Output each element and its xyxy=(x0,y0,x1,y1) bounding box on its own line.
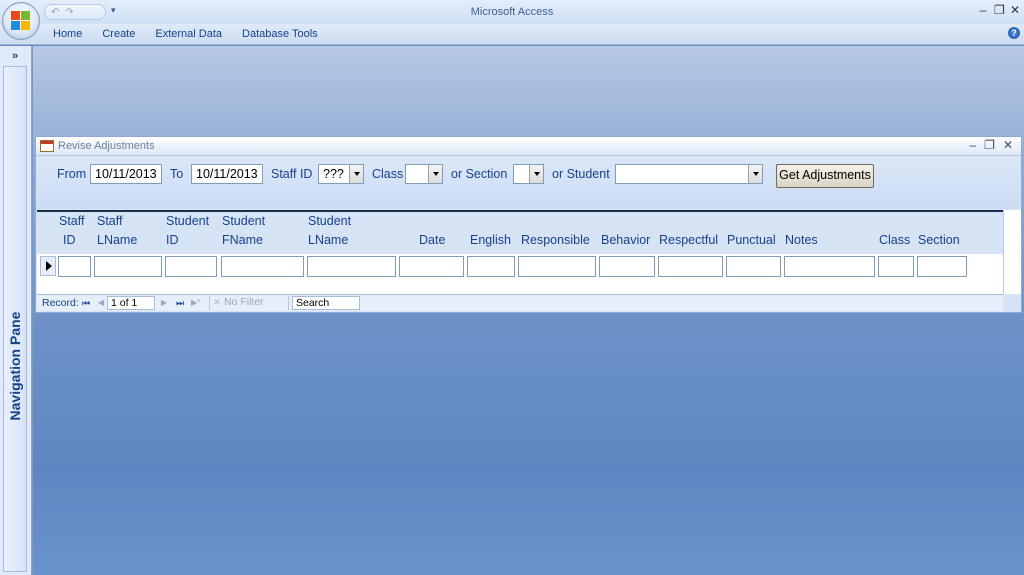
window-title: Microsoft Access xyxy=(470,6,554,18)
office-button[interactable] xyxy=(2,2,40,40)
student-label: or Student xyxy=(552,167,610,181)
expand-pane-icon[interactable]: » xyxy=(4,49,26,63)
help-icon[interactable]: ? xyxy=(1008,27,1020,39)
datasheet-header: Staff ID Staff LName Student ID Student FNam… xyxy=(37,212,1003,254)
col-staff-id: Staff ID xyxy=(59,214,85,247)
tab-home[interactable]: Home xyxy=(43,27,92,42)
tab-external-data[interactable]: External Data xyxy=(145,27,232,42)
cell-respectful[interactable] xyxy=(658,256,723,277)
student-combo[interactable] xyxy=(615,164,763,184)
record-label: Record: xyxy=(42,297,79,309)
get-adjustments-button[interactable]: Get Adjustments xyxy=(776,164,874,188)
col-section: Section xyxy=(918,233,960,247)
navigation-pane-label: Navigation Pane xyxy=(7,311,23,421)
last-record-icon[interactable]: ⏭ xyxy=(176,297,184,309)
title-bar: ↶ ↷ ▾ Microsoft Access – ❐ ✕ xyxy=(0,0,1024,24)
cell-punctual[interactable] xyxy=(726,256,781,277)
cell-notes[interactable] xyxy=(784,256,875,277)
form-right-margin xyxy=(1003,210,1021,294)
form-minimize-icon[interactable]: – xyxy=(969,138,976,152)
form-icon xyxy=(40,140,54,152)
from-date-input[interactable]: 10/11/2013 xyxy=(90,164,162,184)
cell-english[interactable] xyxy=(467,256,515,277)
previous-record-icon[interactable]: ◀ xyxy=(98,297,104,309)
cell-date[interactable] xyxy=(399,256,464,277)
next-record-icon[interactable]: ▶ xyxy=(161,297,167,309)
col-student-lname: Student LName xyxy=(308,214,352,247)
adjustments-datasheet: Staff ID Staff LName Student ID Student FNam… xyxy=(37,210,1003,294)
section-combo[interactable] xyxy=(513,164,544,184)
to-label: To xyxy=(170,167,184,181)
section-label: or Section xyxy=(451,167,508,181)
ribbon-tabs: Home Create External Data Database Tools… xyxy=(0,24,1024,45)
current-record-input[interactable]: 1 of 1 xyxy=(107,296,155,310)
no-filter-button[interactable]: No Filter xyxy=(209,296,289,310)
staff-id-combo[interactable]: ??? xyxy=(318,164,364,184)
col-responsible: Responsible xyxy=(521,233,590,247)
col-student-id: Student ID xyxy=(166,214,210,247)
staff-id-label: Staff ID xyxy=(271,167,313,181)
col-notes: Notes xyxy=(785,233,818,247)
form-close-icon[interactable]: ✕ xyxy=(1003,138,1013,152)
col-behavior: Behavior xyxy=(601,233,651,247)
cell-student-lname[interactable] xyxy=(307,256,396,277)
tab-database-tools[interactable]: Database Tools xyxy=(232,27,328,42)
col-punctual: Punctual xyxy=(727,233,776,247)
chevron-down-icon[interactable] xyxy=(748,165,762,183)
col-respectful: Respectful xyxy=(659,233,719,247)
cell-student-id[interactable] xyxy=(165,256,217,277)
navigation-pane: » Navigation Pane xyxy=(0,46,32,575)
first-record-icon[interactable]: ⏮ xyxy=(82,297,90,309)
cell-responsible[interactable] xyxy=(518,256,596,277)
chevron-down-icon[interactable] xyxy=(349,165,363,183)
office-logo-icon xyxy=(11,11,31,31)
form-title-bar: Revise Adjustments – ❐ ✕ xyxy=(36,137,1021,156)
no-filter-label: No Filter xyxy=(224,296,264,308)
minimize-icon[interactable]: – xyxy=(978,3,988,17)
class-label: Class xyxy=(372,167,404,181)
record-navigation-bar: Record: ⏮ ◀ 1 of 1 ▶ ⏭ ▶* No Filter Sear… xyxy=(37,294,1003,311)
col-student-fname: Student FName xyxy=(222,214,266,247)
cell-class[interactable] xyxy=(878,256,914,277)
restore-icon[interactable]: ❐ xyxy=(994,3,1005,17)
from-label: From xyxy=(57,167,87,181)
cell-student-fname[interactable] xyxy=(221,256,304,277)
class-combo[interactable] xyxy=(405,164,443,184)
form-title: Revise Adjustments xyxy=(58,140,155,152)
col-class: Class xyxy=(879,233,911,247)
cell-staff-id[interactable] xyxy=(58,256,91,277)
revise-adjustments-form: Revise Adjustments – ❐ ✕ From 10/11/2013… xyxy=(35,136,1022,313)
cell-section[interactable] xyxy=(917,256,967,277)
cell-staff-lname[interactable] xyxy=(94,256,162,277)
window-controls: – ❐ ✕ xyxy=(978,3,1020,17)
staff-id-value: ??? xyxy=(323,167,344,181)
tab-create[interactable]: Create xyxy=(92,27,145,42)
col-english: English xyxy=(470,233,511,247)
filter-bar: From 10/11/2013 To 10/11/2013 Staff ID ?… xyxy=(37,157,1020,220)
new-record-icon[interactable]: ▶* xyxy=(191,297,200,309)
chevron-down-icon[interactable] xyxy=(529,165,543,183)
close-icon[interactable]: ✕ xyxy=(1010,3,1020,17)
table-row xyxy=(37,254,1003,279)
cell-behavior[interactable] xyxy=(599,256,655,277)
col-staff-lname: Staff LName xyxy=(97,214,138,247)
search-input[interactable]: Search xyxy=(292,296,360,310)
chevron-down-icon[interactable] xyxy=(428,165,442,183)
form-restore-icon[interactable]: ❐ xyxy=(984,138,995,152)
record-selector-icon[interactable] xyxy=(40,256,56,276)
col-date: Date xyxy=(419,233,446,247)
to-date-input[interactable]: 10/11/2013 xyxy=(191,164,263,184)
